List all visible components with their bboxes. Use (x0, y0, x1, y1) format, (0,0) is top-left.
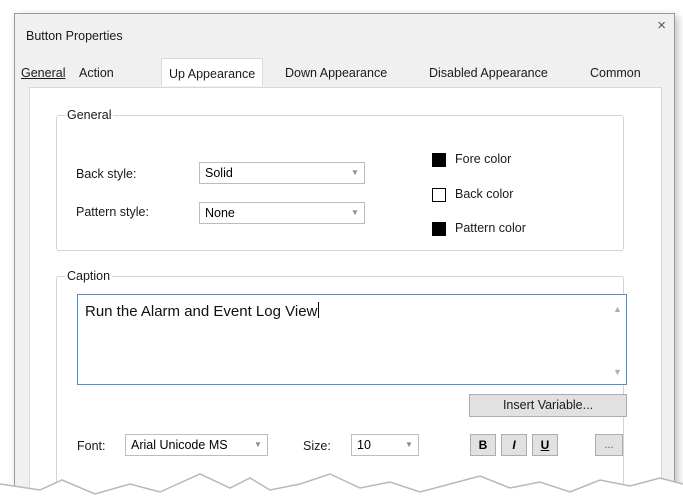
close-icon[interactable]: × (657, 18, 666, 33)
font-select[interactable]: Arial Unicode MS ▼ (125, 434, 268, 456)
torn-edge-decoration (0, 473, 683, 500)
tab-down-appearance[interactable]: Down Appearance (285, 66, 387, 80)
pattern-style-label: Pattern style: (76, 205, 149, 219)
pattern-color-swatch[interactable] (432, 222, 446, 236)
size-label: Size: (303, 439, 331, 453)
caption-scrollbar[interactable]: ▲ ▼ (609, 295, 626, 384)
tab-general[interactable]: General (21, 66, 65, 80)
caption-text-area[interactable]: Run the Alarm and Event Log View ▲ ▼ (77, 294, 627, 385)
chevron-down-icon: ▼ (351, 168, 359, 177)
back-color-swatch[interactable] (432, 188, 446, 202)
font-label: Font: (77, 439, 106, 453)
tab-disabled-appearance[interactable]: Disabled Appearance (429, 66, 548, 80)
back-color-label: Back color (455, 187, 514, 201)
scroll-down-icon[interactable]: ▼ (613, 367, 622, 377)
text-caret (318, 302, 320, 318)
fore-color-label: Fore color (455, 152, 512, 166)
italic-button[interactable]: I (501, 434, 527, 456)
back-style-label: Back style: (76, 167, 137, 181)
tab-common[interactable]: Common (590, 66, 641, 80)
caption-text: Run the Alarm and Event Log View (85, 302, 320, 320)
fore-color-swatch[interactable] (432, 153, 446, 167)
size-value: 10 (357, 438, 371, 452)
size-select[interactable]: 10 ▼ (351, 434, 419, 456)
scroll-up-icon[interactable]: ▲ (613, 304, 622, 314)
bold-button[interactable]: B (470, 434, 496, 456)
tab-action[interactable]: Action (79, 66, 114, 80)
pattern-style-select[interactable]: None ▼ (199, 202, 365, 224)
pattern-style-value: None (205, 206, 235, 220)
underline-button[interactable]: U (532, 434, 558, 456)
back-style-value: Solid (205, 166, 233, 180)
pattern-color-label: Pattern color (455, 221, 526, 235)
general-group-legend: General (67, 108, 112, 122)
insert-variable-button[interactable]: Insert Variable... (469, 394, 627, 417)
tab-content-panel: General Back style: Solid ▼ Pattern styl… (29, 87, 662, 499)
chevron-down-icon: ▼ (254, 440, 262, 449)
chevron-down-icon: ▼ (351, 208, 359, 217)
more-font-options-button[interactable]: ... (595, 434, 623, 456)
tab-up-appearance[interactable]: Up Appearance (161, 58, 264, 86)
back-style-select[interactable]: Solid ▼ (199, 162, 365, 184)
button-properties-dialog: Button Properties × General Action Up Ap… (14, 13, 675, 500)
dialog-title: Button Properties (26, 29, 123, 43)
font-value: Arial Unicode MS (131, 438, 228, 452)
title-bar: Button Properties × (15, 14, 674, 56)
chevron-down-icon: ▼ (405, 440, 413, 449)
caption-group-legend: Caption (67, 269, 111, 283)
